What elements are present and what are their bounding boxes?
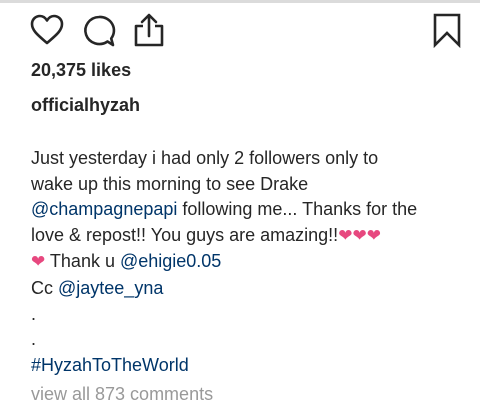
hashtag-link[interactable]: #HyzahToTheWorld bbox=[31, 355, 189, 375]
mention-link[interactable]: @champagnepapi bbox=[31, 199, 177, 219]
like-count[interactable]: 20,375 likes bbox=[31, 60, 131, 81]
heart-emoji-icon: ❤ bbox=[338, 225, 353, 246]
post-action-bar bbox=[0, 8, 480, 52]
caption-text: Thank u bbox=[45, 251, 120, 272]
post-author-username[interactable]: officialhyzah bbox=[31, 95, 140, 116]
caption-text: following me... Thanks for the bbox=[177, 199, 418, 220]
post-caption: Just yesterday i had only 2 followers on… bbox=[31, 146, 471, 378]
caption-line-4: love & repost!! You guys are amazing!!❤❤… bbox=[31, 223, 471, 250]
caption-dot-line: . bbox=[31, 303, 37, 324]
heart-outline-icon[interactable] bbox=[30, 14, 64, 45]
mention-link[interactable]: @ehigie0.05 bbox=[120, 251, 221, 271]
bookmark-icon[interactable] bbox=[432, 12, 462, 48]
top-divider bbox=[0, 0, 480, 3]
caption-line-5: ❤ Thank u @ehigie0.05 bbox=[31, 249, 471, 276]
caption-line-6: Cc @jaytee_yna bbox=[31, 276, 471, 302]
caption-line-2: wake up this morning to see Drake bbox=[31, 173, 309, 194]
share-upload-icon[interactable] bbox=[133, 12, 165, 48]
mention-link[interactable]: @jaytee_yna bbox=[58, 278, 163, 298]
caption-text: Cc bbox=[31, 277, 58, 298]
caption-hashtag-line: #HyzahToTheWorld bbox=[31, 353, 471, 379]
caption-text: love & repost!! You guys are amazing!! bbox=[31, 224, 339, 245]
caption-line-3: @champagnepapi following me... Thanks fo… bbox=[31, 197, 471, 223]
heart-emoji-icon: ❤ bbox=[352, 225, 367, 246]
speech-bubble-icon[interactable] bbox=[82, 14, 116, 48]
heart-emoji-icon: ❤ bbox=[366, 225, 381, 246]
heart-emoji-icon: ❤ bbox=[31, 252, 46, 273]
caption-line-1: Just yesterday i had only 2 followers on… bbox=[31, 148, 379, 168]
caption-dot-line: . bbox=[31, 329, 37, 350]
view-all-comments-link[interactable]: view all 873 comments bbox=[31, 384, 213, 405]
